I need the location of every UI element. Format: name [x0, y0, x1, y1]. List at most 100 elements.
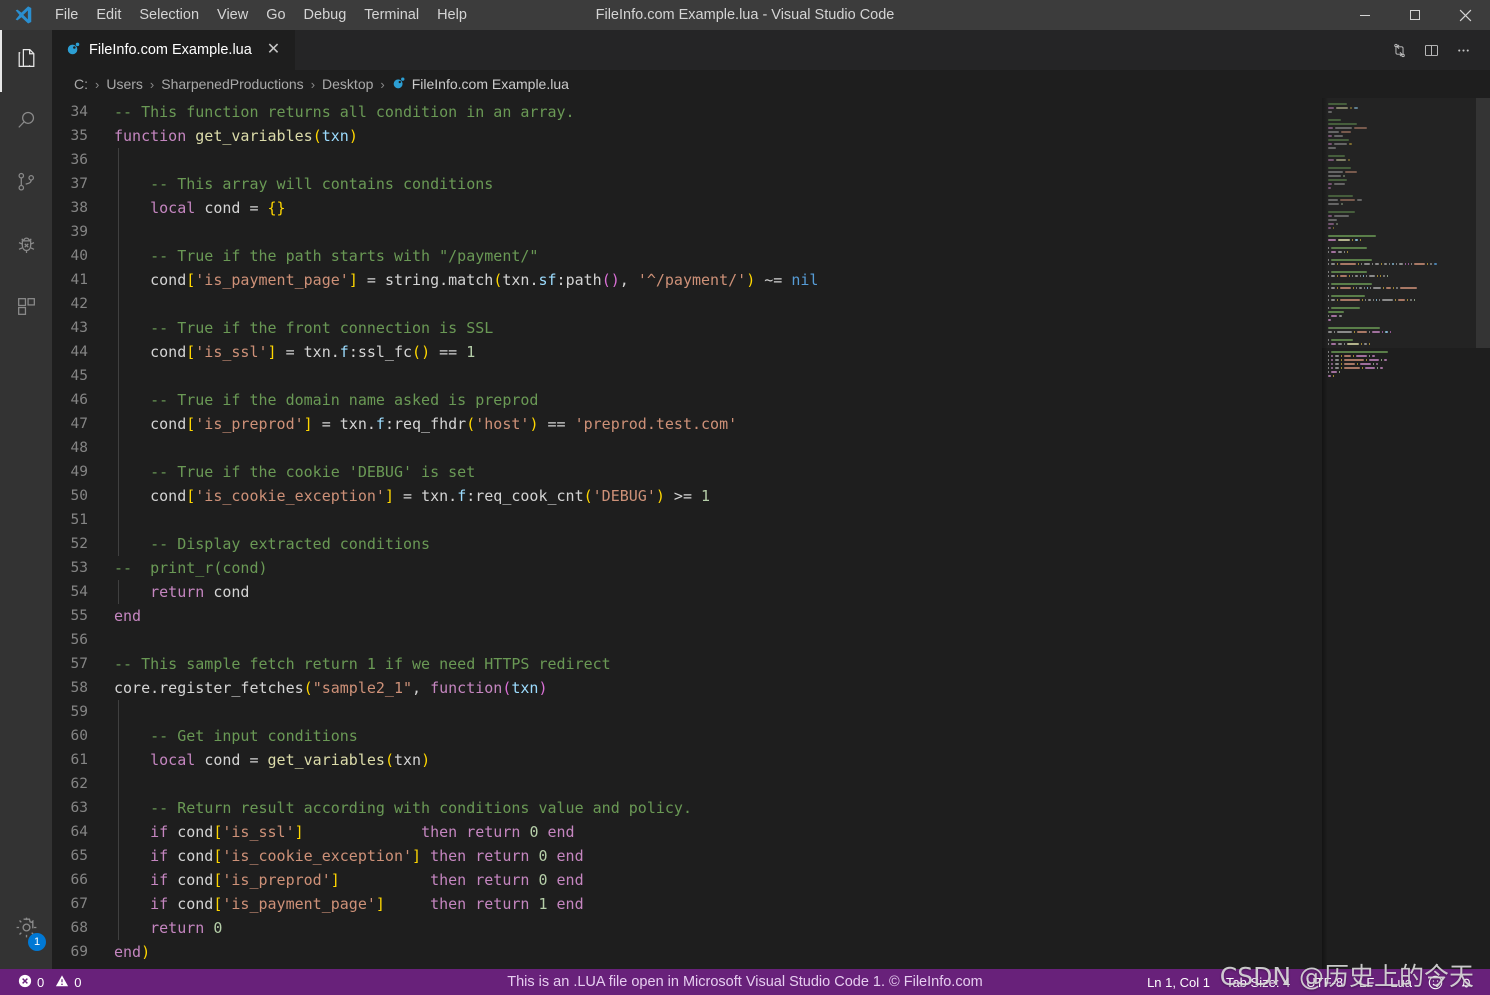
code-line[interactable]: 61 local cond = get_variables(txn): [52, 748, 1322, 772]
status-language-mode[interactable]: Lua: [1382, 969, 1420, 995]
menu-bar[interactable]: File Edit Selection View Go Debug Termin…: [46, 0, 476, 30]
line-number: 51: [70, 512, 88, 528]
vertical-scrollbar[interactable]: [1476, 98, 1490, 969]
code-line[interactable]: 39: [52, 220, 1322, 244]
minimap-segment: [1367, 299, 1371, 301]
status-eol[interactable]: LF: [1351, 969, 1382, 995]
menu-selection[interactable]: Selection: [130, 0, 208, 30]
compare-changes-icon[interactable]: [1384, 35, 1414, 65]
code-line[interactable]: 47 cond['is_preprod'] = txn.f:req_fhdr('…: [52, 412, 1322, 436]
code-line[interactable]: 49 -- True if the cookie 'DEBUG' is set: [52, 460, 1322, 484]
code-line[interactable]: 53 -- print_r(cond): [52, 556, 1322, 580]
minimap-segment: [1328, 327, 1381, 329]
maximize-button[interactable]: [1390, 0, 1440, 30]
code-line[interactable]: 68 return 0: [52, 916, 1322, 940]
code-line[interactable]: 54 return cond: [52, 580, 1322, 604]
minimap-segment: [1378, 299, 1380, 301]
code-line[interactable]: 58 core.register_fetches("sample2_1", fun…: [52, 676, 1322, 700]
breadcrumb-item-0[interactable]: C:: [74, 76, 88, 92]
code-line[interactable]: 44 cond['is_ssl'] = txn.f:ssl_fc() == 1: [52, 340, 1322, 364]
minimap[interactable]: [1322, 98, 1490, 969]
menu-debug[interactable]: Debug: [295, 0, 356, 30]
activitybar-item-search[interactable]: [0, 92, 52, 154]
menu-edit[interactable]: Edit: [87, 0, 130, 30]
code-line[interactable]: 37 -- This array will contains condition…: [52, 172, 1322, 196]
minimap-segment: [1328, 343, 1329, 345]
editor-tab-active[interactable]: FileInfo.com Example.lua ✕: [52, 30, 297, 70]
minimap-segment: [1394, 299, 1396, 301]
code-line[interactable]: 40 -- True if the path starts with "/pay…: [52, 244, 1322, 268]
code-lines[interactable]: 34 -- This function returns all condition…: [52, 98, 1322, 964]
line-number: 37: [70, 176, 88, 192]
menu-help[interactable]: Help: [428, 0, 476, 30]
breadcrumb-item-4[interactable]: FileInfo.com Example.lua: [392, 76, 569, 93]
activitybar-item-debug[interactable]: [0, 216, 52, 278]
files-icon: [14, 46, 39, 76]
code-line[interactable]: 48: [52, 436, 1322, 460]
code-line[interactable]: 67 if cond['is_payment_page'] then retur…: [52, 892, 1322, 916]
code-line[interactable]: 62: [52, 772, 1322, 796]
code-token: 0: [529, 823, 548, 841]
minimap-segment: [1371, 355, 1375, 357]
indent-guide: [118, 412, 119, 436]
menu-view[interactable]: View: [208, 0, 257, 30]
minimize-button[interactable]: [1340, 0, 1390, 30]
code-line[interactable]: 42: [52, 292, 1322, 316]
minimap-segment: [1356, 331, 1368, 333]
code-line[interactable]: 50 cond['is_cookie_exception'] = txn.f:r…: [52, 484, 1322, 508]
smiley-icon[interactable]: [1420, 969, 1451, 995]
code-line[interactable]: 65 if cond['is_cookie_exception'] then r…: [52, 844, 1322, 868]
activitybar-item-extensions[interactable]: [0, 278, 52, 340]
code-line[interactable]: 38 local cond = {}: [52, 196, 1322, 220]
code-scroll-area[interactable]: 34 -- This function returns all condition…: [52, 98, 1322, 969]
code-line[interactable]: 66 if cond['is_preprod'] then return 0 e…: [52, 868, 1322, 892]
menu-go[interactable]: Go: [257, 0, 294, 30]
code-line[interactable]: 34 -- This function returns all condition…: [52, 100, 1322, 124]
indent-guide: [118, 796, 119, 820]
scrollbar-thumb[interactable]: [1476, 98, 1490, 348]
code-line[interactable]: 52 -- Display extracted conditions: [52, 532, 1322, 556]
breadcrumb-item-1[interactable]: Users: [106, 76, 143, 92]
minimap-segment: [1338, 371, 1340, 373]
code-line[interactable]: 55 end: [52, 604, 1322, 628]
status-tab-size[interactable]: Tab Size: 4: [1218, 969, 1298, 995]
breadcrumb-item-2[interactable]: SharpenedProductions: [161, 76, 303, 92]
close-button[interactable]: [1440, 0, 1490, 30]
code-line[interactable]: 60 -- Get input conditions: [52, 724, 1322, 748]
code-line[interactable]: 63 -- Return result according with condi…: [52, 796, 1322, 820]
menu-terminal[interactable]: Terminal: [355, 0, 428, 30]
code-line[interactable]: 43 -- True if the front connection is SS…: [52, 316, 1322, 340]
code-line[interactable]: 57 -- This sample fetch return 1 if we ne…: [52, 652, 1322, 676]
code-line[interactable]: 59: [52, 700, 1322, 724]
breadcrumb-separator: ›: [149, 76, 155, 92]
code-line[interactable]: 51: [52, 508, 1322, 532]
code-line[interactable]: 45: [52, 364, 1322, 388]
line-number: 52: [70, 536, 88, 552]
minimap-segment: [1361, 367, 1363, 369]
status-problems[interactable]: 0 0: [10, 969, 89, 995]
breadcrumb[interactable]: C: › Users › SharpenedProductions › Desktop › Fi…: [52, 70, 1490, 98]
indent-guide: [118, 580, 119, 604]
activitybar-item-explorer[interactable]: [0, 30, 52, 92]
minimap-slider[interactable]: [1322, 98, 1490, 348]
status-cursor-position[interactable]: Ln 1, Col 1: [1139, 969, 1218, 995]
code-line[interactable]: 56: [52, 628, 1322, 652]
code-line[interactable]: 46 -- True if the domain name asked is p…: [52, 388, 1322, 412]
breadcrumb-item-3[interactable]: Desktop: [322, 76, 373, 92]
close-icon[interactable]: ✕: [264, 40, 283, 60]
code-line[interactable]: 69 end): [52, 940, 1322, 964]
code-line[interactable]: 36: [52, 148, 1322, 172]
activitybar-item-manage[interactable]: 1: [0, 899, 52, 961]
code-line[interactable]: 41 cond['is_payment_page'] = string.matc…: [52, 268, 1322, 292]
code-token: cond: [150, 343, 187, 361]
status-encoding[interactable]: UTF-8: [1298, 969, 1351, 995]
menu-file[interactable]: File: [46, 0, 87, 30]
minimap-segment: [1339, 275, 1348, 277]
line-content: -- Return result according with conditio…: [114, 796, 1322, 820]
bell-icon[interactable]: [1451, 969, 1482, 995]
split-editor-icon[interactable]: [1416, 35, 1446, 65]
ellipsis-icon[interactable]: [1448, 35, 1478, 65]
code-line[interactable]: 35 function get_variables(txn): [52, 124, 1322, 148]
activitybar-item-source-control[interactable]: [0, 154, 52, 216]
code-line[interactable]: 64 if cond['is_ssl'] then return 0 end: [52, 820, 1322, 844]
